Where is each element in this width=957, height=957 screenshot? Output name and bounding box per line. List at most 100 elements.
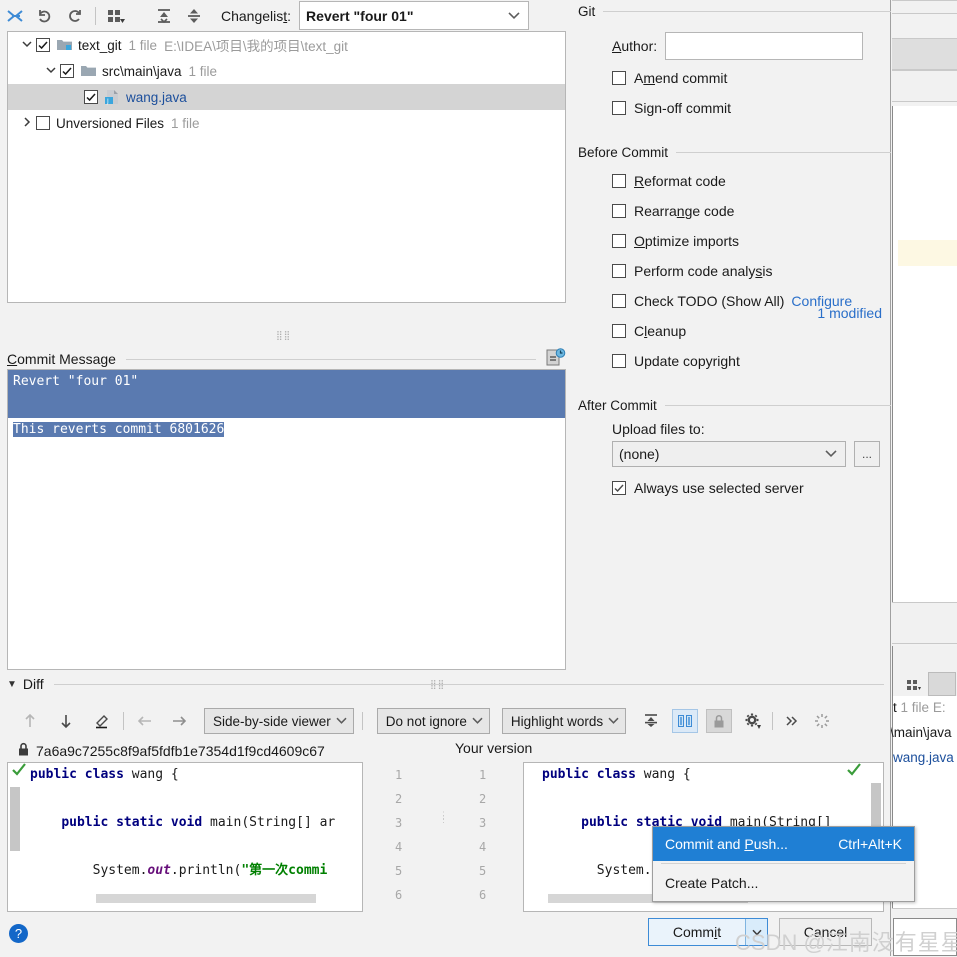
viewer-mode-dropdown[interactable]: Side-by-side viewer [204,708,354,734]
update-copyright-row[interactable]: Update copyright [578,346,891,376]
changed-files-tree[interactable]: text_git 1 file E:\IDEA\项目\我的项目\text_git… [7,31,566,303]
always-use-server-checkbox[interactable] [612,481,626,495]
menu-item-commit-and-push-label: Commit and Push... [665,836,788,852]
tree-checkbox-unversioned[interactable] [36,116,50,130]
collapse-unchanged-icon[interactable] [638,709,664,733]
edit-source-icon[interactable] [89,708,115,734]
tree-checkbox-package[interactable] [60,64,74,78]
commit-message-line-1: Revert "four 01" [8,370,565,394]
highlight-mode-dropdown[interactable]: Highlight words [501,708,627,734]
commit-message-history-icon[interactable] [546,348,566,370]
update-copyright-checkbox[interactable] [612,354,626,368]
reformat-code-row[interactable]: Reformat code [578,166,891,196]
amend-commit-row[interactable]: Amend commit [578,63,891,93]
help-button[interactable]: ? [9,924,28,943]
bg-tree-text-1: t [893,700,897,715]
git-group-header: Git [578,4,891,19]
collapse-arrow-icon[interactable] [18,116,36,130]
accept-right-icon[interactable] [166,708,192,734]
diff-change-marker-icon: ⋮ ⋮ [439,811,448,825]
loading-spinner-icon [809,708,835,734]
tree-row-package[interactable]: src\main\java 1 file [8,58,565,84]
amend-commit-label: Amend commit [634,70,728,86]
check-todo-label: Check TODO (Show All) [634,293,785,309]
upload-server-dropdown[interactable]: (none) [612,441,846,467]
chevron-down-icon [336,712,347,727]
line-number-right-5: 5 [479,864,487,878]
optimize-imports-row[interactable]: Optimize imports [578,226,891,256]
ignore-mode-dropdown[interactable]: Do not ignore [376,708,490,734]
author-input[interactable] [665,32,864,60]
next-difference-icon[interactable] [53,708,79,734]
tree-label-file: wang.java [126,89,187,105]
cleanup-row[interactable]: Cleanup [578,316,891,346]
expand-all-icon[interactable] [149,3,179,29]
commit-dropdown-menu[interactable]: Commit and Push... Ctrl+Alt+K Create Pat… [652,826,915,902]
optimize-imports-checkbox[interactable] [612,234,626,248]
perform-code-analysis-row[interactable]: Perform code analysis [578,256,891,286]
left-horizontal-scrollbar[interactable] [96,894,316,903]
more-chevrons-icon[interactable] [779,708,805,734]
menu-item-create-patch-label: Create Patch... [665,875,759,891]
diff-section-header[interactable]: ▼ Diff [7,676,884,692]
upload-row: (none) ... [578,441,891,467]
left-vertical-scrollbar[interactable] [10,787,20,851]
signoff-commit-label: Sign-off commit [634,100,732,116]
git-group-rule [603,11,891,12]
commit-message-line-3: This reverts commit 6801626 [8,418,565,442]
check-todo-checkbox[interactable] [612,294,626,308]
reformat-code-checkbox[interactable] [612,174,626,188]
diff-toolbar-separator-2 [361,712,363,730]
always-use-server-row[interactable]: Always use selected server [578,473,891,503]
tree-checkbox-file[interactable] [84,90,98,104]
commit-message-textarea[interactable]: Revert "four 01" This reverts commit 680… [7,369,566,670]
prev-difference-icon[interactable] [17,708,43,734]
tree-row-module[interactable]: text_git 1 file E:\IDEA\项目\我的项目\text_git [8,32,565,58]
bg-highlight-line [898,240,957,266]
move-to-changelist-icon[interactable] [0,3,30,29]
amend-commit-checkbox[interactable] [612,71,626,85]
perform-code-analysis-checkbox[interactable] [612,264,626,278]
java-file-icon: J [104,89,121,105]
tree-row-file[interactable]: J wang.java [8,84,565,110]
changelist-value: Revert "four 01" [306,7,414,24]
commit-button-label: Commit [672,924,722,940]
tree-label-unversioned: Unversioned Files [56,115,165,131]
rearrange-code-checkbox[interactable] [612,204,626,218]
tree-row-unversioned[interactable]: Unversioned Files 1 file [8,110,565,136]
expand-arrow-icon[interactable] [18,39,36,51]
refresh-icon[interactable] [60,3,90,29]
cleanup-checkbox[interactable] [612,324,626,338]
check-todo-row[interactable]: Check TODO (Show All) Configure [578,286,891,316]
chevron-down-icon [508,6,520,22]
collapse-all-icon[interactable] [179,3,209,29]
signoff-commit-checkbox[interactable] [612,101,626,115]
highlight-mode-value: Highlight words [510,713,604,729]
after-commit-title: After Commit [578,398,657,413]
left-code-line-2 [8,787,362,811]
splitter-handle-diff[interactable]: ⣿⣿ [430,679,445,690]
accept-left-icon[interactable] [132,708,158,734]
browse-servers-button[interactable]: ... [854,441,880,467]
before-commit-group-header: Before Commit [578,145,891,160]
rearrange-code-row[interactable]: Rearrange code [578,196,891,226]
configure-todo-link[interactable]: Configure [791,293,852,309]
splitter-handle-top[interactable]: ⣿⣿ [276,330,291,341]
perform-code-analysis-label: Perform code analysis [634,263,773,279]
menu-item-commit-and-push[interactable]: Commit and Push... Ctrl+Alt+K [653,827,914,861]
changelist-dropdown[interactable]: Revert "four 01" [299,1,530,30]
tree-checkbox-module[interactable] [36,38,50,52]
diff-rule [53,683,884,685]
expand-arrow-icon[interactable] [42,65,60,77]
synchronize-scrolling-icon[interactable] [672,709,699,733]
group-by-icon[interactable] [101,3,131,29]
diff-line-number-gutter: 1 2 3 4 5 6 ⋮ ⋮ 1 2 3 4 5 6 [363,762,523,912]
collapse-triangle-icon[interactable]: ▼ [7,679,17,690]
diff-settings-gear-icon[interactable] [740,708,766,734]
menu-item-create-patch[interactable]: Create Patch... [653,866,914,900]
signoff-commit-row[interactable]: Sign-off commit [578,93,891,123]
diff-left-pane[interactable]: public class wang { public static void m… [7,762,363,912]
rollback-icon[interactable] [30,3,60,29]
read-only-lock-icon[interactable] [706,709,733,733]
left-ok-marker-icon [12,763,26,781]
